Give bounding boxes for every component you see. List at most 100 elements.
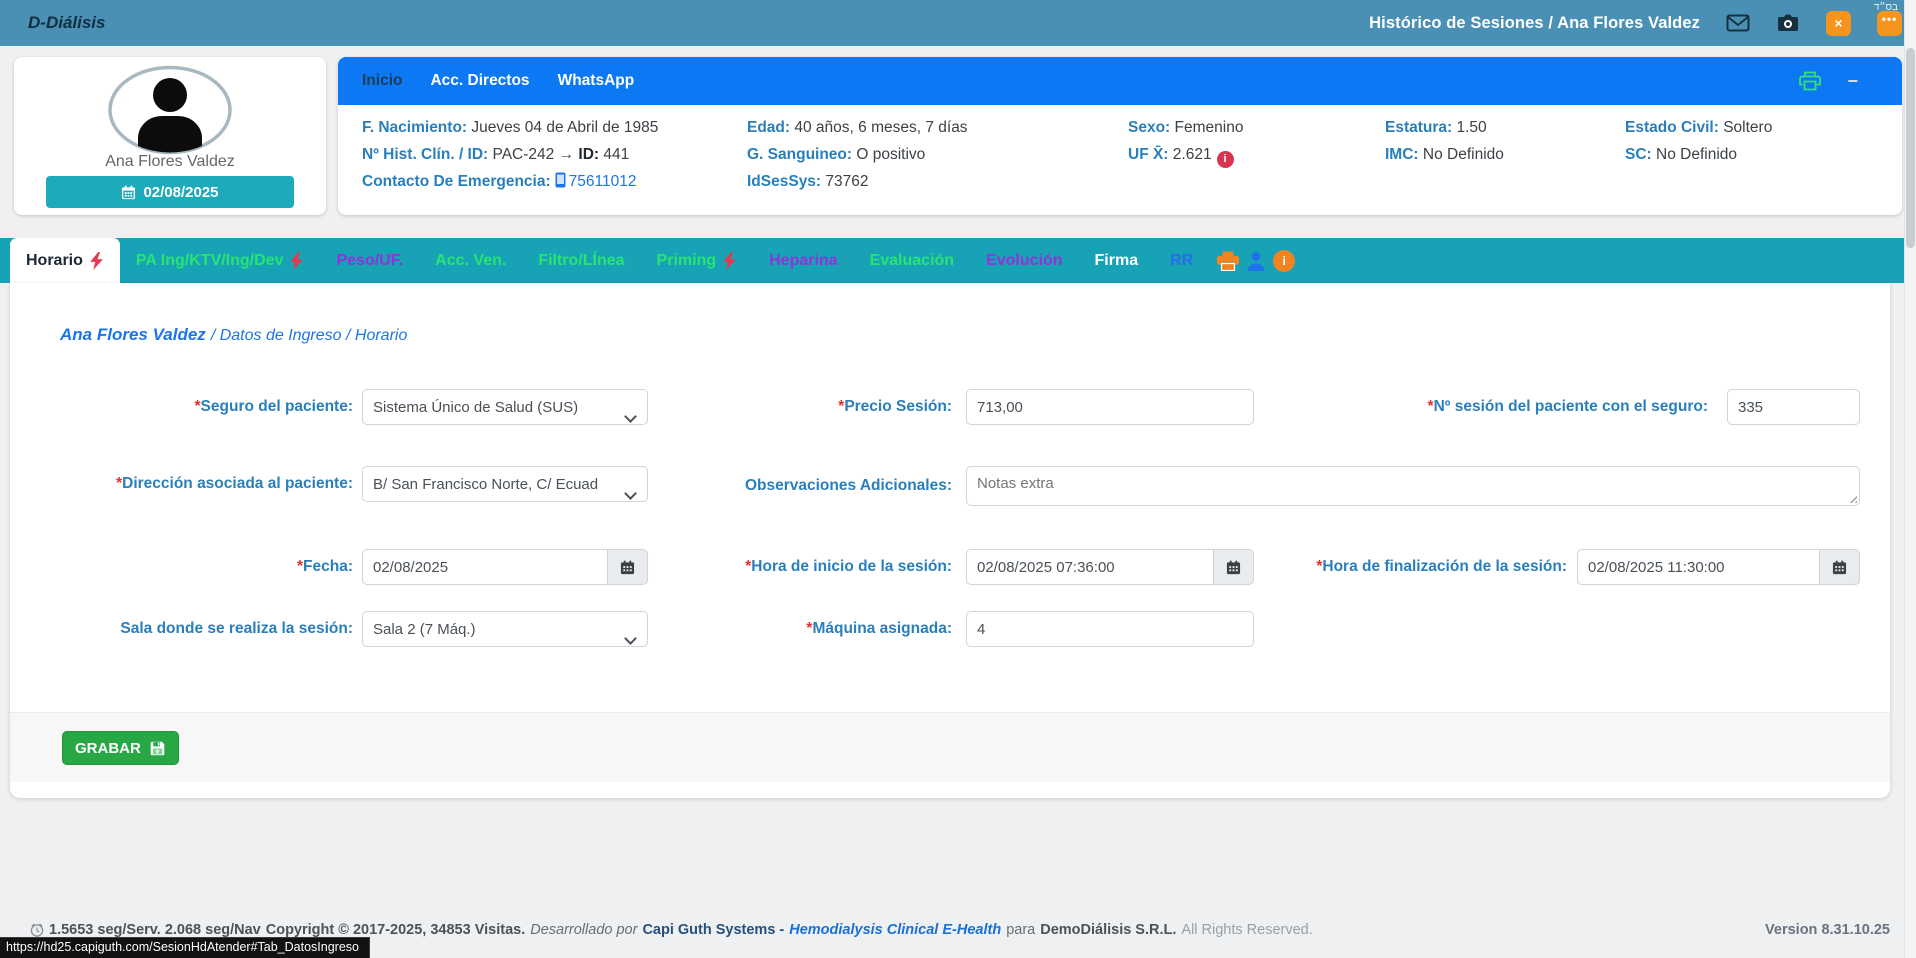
minimize-icon[interactable]: − [1847, 72, 1858, 90]
info-age: Edad: 40 años, 6 meses, 7 días [747, 114, 968, 141]
seguro-select[interactable]: Sistema Único de Salud (SUS) [362, 389, 648, 425]
print-session-icon[interactable] [1217, 251, 1239, 271]
patient-name: Ana Flores Valdez [14, 153, 326, 171]
footer-rights: All Rights Reserved. [1181, 922, 1312, 938]
footer-developed-by: Desarrollado por [530, 922, 637, 938]
info-bmi: IMC: No Definido [1385, 141, 1504, 168]
phone-icon [555, 172, 566, 188]
nav-item-inicio[interactable]: Inicio [348, 72, 416, 90]
clock-icon [30, 923, 44, 937]
nav-item-whatsapp[interactable]: WhatsApp [544, 72, 649, 90]
link-preview-statusbar: https://hd25.capiguth.com/SesionHdAtende… [0, 937, 370, 958]
fecha-label: *Fecha: [40, 549, 353, 585]
tab-priming[interactable]: Priming [641, 238, 754, 283]
sala-label: Sala donde se realiza la sesión: [40, 611, 353, 647]
observaciones-textarea[interactable] [966, 466, 1860, 506]
quick-nav: Inicio Acc. Directos WhatsApp − [338, 57, 1902, 105]
hora-inicio-input[interactable] [966, 549, 1214, 585]
grabar-label: GRABAR [75, 740, 141, 757]
info-blood-type: G. Sanguineo: O positivo [747, 141, 968, 168]
info-col-4: Estatura: 1.50 IMC: No Definido [1385, 114, 1504, 168]
fecha-input[interactable] [362, 549, 608, 585]
hora-fin-label: *Hora de finalización de la sesión: [1190, 549, 1567, 585]
lightning-icon [289, 252, 304, 270]
session-tabbar: Horario PA Ing/KTV/Ing/Dev Peso/UF. Acc.… [0, 238, 1916, 283]
tab-horario[interactable]: Horario [10, 238, 120, 283]
tab-heparina[interactable]: Heparina [753, 238, 853, 283]
close-button[interactable]: × [1826, 11, 1851, 36]
tab-firma[interactable]: Firma [1079, 238, 1155, 283]
app-brand: D-Diálisis [28, 0, 105, 46]
app-header: D-Diálisis בס״ד Histórico de Sesiones / … [0, 0, 1916, 46]
info-col-1: F. Nacimiento: Jueves 04 de Abril de 198… [362, 114, 658, 195]
info-uf-mean: UF X̄: 2.621i [1128, 141, 1243, 168]
camera-icon[interactable] [1776, 13, 1800, 33]
hora-fin-input[interactable] [1577, 549, 1820, 585]
nav-item-acc-directos[interactable]: Acc. Directos [416, 72, 543, 90]
page-title: Histórico de Sesiones / Ana Flores Valde… [1369, 14, 1700, 33]
page-footer: 1.5653 seg/Serv. 2.068 seg/Nav Copyright… [0, 922, 1916, 938]
precio-label: *Precio Sesión: [610, 389, 952, 425]
header-actions: Histórico de Sesiones / Ana Flores Valde… [1369, 0, 1902, 46]
tab-evaluacion[interactable]: Evaluación [854, 238, 970, 283]
tab-evolucion[interactable]: Evolución [970, 238, 1078, 283]
nsesion-label: *Nº sesión del paciente con el seguro: [1240, 389, 1708, 425]
patient-card: Ana Flores Valdez 02/08/2025 [14, 57, 326, 215]
session-date-label: 02/08/2025 [143, 184, 218, 201]
session-date-button[interactable]: 02/08/2025 [46, 176, 294, 208]
footer-client: DemoDiálisis S.R.L. [1040, 922, 1176, 938]
tab-rr[interactable]: RR [1154, 238, 1209, 283]
more-options-button[interactable]: ••• [1877, 11, 1902, 36]
vertical-scrollbar[interactable] [1904, 0, 1916, 958]
info-height: Estatura: 1.50 [1385, 114, 1504, 141]
direccion-label: *Dirección asociada al paciente: [40, 466, 353, 502]
lightning-icon [722, 252, 737, 270]
sala-select[interactable]: Sala 2 (7 Máq.) [362, 611, 648, 647]
footer-para: para [1006, 922, 1035, 938]
info-circle-icon[interactable]: i [1273, 250, 1295, 272]
precio-input[interactable] [966, 389, 1254, 425]
info-session-id: IdSesSys: 73762 [747, 168, 968, 195]
breadcrumb: Ana Flores Valdez / Datos de Ingreso / Ho… [60, 325, 407, 345]
footer-timing: 1.5653 seg/Serv. 2.068 seg/Nav [49, 922, 261, 938]
footer-version: Version 8.31.10.25 [1765, 922, 1890, 938]
uf-info-badge-icon[interactable]: i [1217, 151, 1234, 168]
tab-filtro-linea[interactable]: Filtro/LÍnea [522, 238, 640, 283]
breadcrumb-path: / Datos de Ingreso / Horario [211, 327, 408, 344]
info-sc: SC: No Definido [1625, 141, 1772, 168]
tab-pa-ing-ktv-ing-dev[interactable]: PA Ing/KTV/Ing/Dev [120, 238, 321, 283]
patient-info-grid: F. Nacimiento: Jueves 04 de Abril de 198… [338, 105, 1902, 215]
seguro-label: *Seguro del paciente: [40, 389, 353, 425]
observaciones-label: Observaciones Adicionales: [610, 468, 952, 504]
info-marital-status: Estado Civil: Soltero [1625, 114, 1772, 141]
patient-info-panel: Inicio Acc. Directos WhatsApp − F. Nacim… [338, 57, 1902, 215]
horario-form-card: Ana Flores Valdez / Datos de Ingreso / Ho… [10, 283, 1890, 798]
direccion-select[interactable]: B/ San Francisco Norte, C/ Ecuad [362, 466, 648, 502]
tab-peso-uf[interactable]: Peso/UF. [320, 238, 419, 283]
scrollbar-thumb[interactable] [1906, 48, 1915, 248]
hora-inicio-label: *Hora de inicio de la sesión: [610, 549, 952, 585]
tab-acc-ven[interactable]: Acc. Ven. [419, 238, 522, 283]
footer-company-link[interactable]: Capi Guth Systems - [642, 922, 784, 938]
info-col-3: Sexo: Femenino UF X̄: 2.621i [1128, 114, 1243, 168]
info-emergency-contact: Contacto De Emergencia:75611012 [362, 168, 658, 195]
info-birthdate: F. Nacimiento: Jueves 04 de Abril de 198… [362, 114, 658, 141]
save-icon [149, 740, 166, 757]
print-icon[interactable] [1799, 71, 1821, 91]
maquina-input[interactable] [966, 611, 1254, 647]
info-sex: Sexo: Femenino [1128, 114, 1243, 141]
nsesion-input[interactable] [1727, 389, 1860, 425]
avatar [14, 64, 326, 156]
maquina-label: *Máquina asignada: [610, 611, 952, 647]
breadcrumb-patient-name[interactable]: Ana Flores Valdez [60, 325, 206, 344]
grabar-button[interactable]: GRABAR [62, 731, 179, 765]
footer-copyright: Copyright © 2017-2025, 34853 Visitas. [266, 922, 525, 938]
person-icon[interactable] [1246, 251, 1266, 271]
hora-fin-calendar-button[interactable] [1820, 549, 1860, 585]
calendar-icon [121, 185, 136, 200]
lightning-icon [89, 252, 104, 270]
mail-icon[interactable] [1726, 14, 1750, 32]
footer-product-link[interactable]: Hemodialysis Clinical E-Health [789, 922, 1001, 938]
emergency-phone-link[interactable]: 75611012 [569, 173, 637, 190]
info-col-5: Estado Civil: Soltero SC: No Definido [1625, 114, 1772, 168]
